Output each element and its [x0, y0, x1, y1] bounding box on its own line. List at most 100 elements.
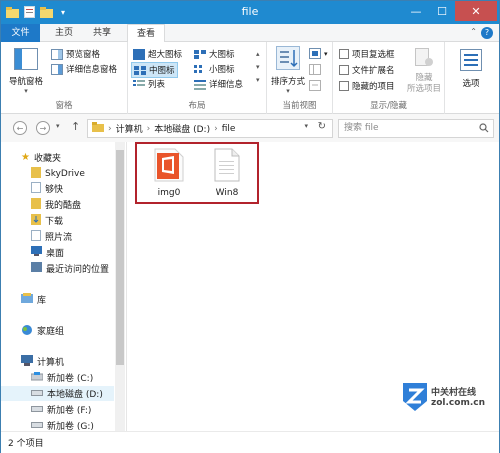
- nav-item-skydrive[interactable]: SkyDrive: [31, 166, 85, 181]
- address-box[interactable]: › 计算机 › 本地磁盘 (D:) › file ▾ ↻: [87, 119, 333, 138]
- close-button[interactable]: ✕: [455, 1, 497, 21]
- details-icon: [194, 79, 206, 90]
- file-item-win8[interactable]: Win8: [203, 148, 251, 198]
- nav-drive-c[interactable]: 新加卷 (C:): [30, 370, 93, 385]
- breadcrumb-separator-icon: ›: [146, 123, 151, 134]
- medium-icons-icon: [134, 65, 146, 76]
- library-icon: [21, 293, 33, 306]
- ribbon-expand-chevron-icon[interactable]: ⌃: [470, 27, 477, 36]
- download-folder-icon: [31, 213, 41, 228]
- search-input[interactable]: 搜索 file: [338, 119, 494, 138]
- nav-item-kupan[interactable]: 我的酷盘: [31, 197, 81, 212]
- preview-pane-label: 预览窗格: [66, 50, 101, 60]
- nav-item-label: SkyDrive: [45, 168, 85, 179]
- folder-icon: [31, 197, 41, 212]
- ribbon-view: 导航窗格 ▾ 预览窗格 详细信息窗格 窗格 超大图标 大图标 中图标 小图标 列…: [1, 42, 499, 114]
- layout-small-icons[interactable]: 小图标: [194, 63, 235, 75]
- item-checkboxes-toggle[interactable]: 项目复选框: [339, 48, 395, 60]
- nav-item-label: 够快: [45, 185, 64, 195]
- title-bar: ▾ file — ☐ ✕: [1, 1, 499, 24]
- tab-view[interactable]: 查看: [127, 24, 165, 43]
- layout-xl-icons[interactable]: 超大图标: [133, 48, 182, 60]
- layout-medium-icons-label: 中图标: [149, 66, 175, 76]
- breadcrumb-file[interactable]: file: [222, 124, 236, 134]
- address-dropdown-chevron-icon[interactable]: ▾: [304, 122, 308, 130]
- layout-medium-icons[interactable]: 中图标: [131, 62, 178, 78]
- maximize-button[interactable]: ☐: [429, 1, 455, 21]
- hidden-items-checkbox[interactable]: [339, 81, 349, 91]
- ribbon-tabs: 文件 主页 共享 查看 ⌃ ?: [1, 24, 499, 43]
- breadcrumb-computer[interactable]: 计算机: [116, 122, 143, 135]
- file-extensions-checkbox[interactable]: [339, 65, 349, 75]
- nav-library[interactable]: 库: [21, 292, 46, 307]
- nav-item-label: 下载: [45, 217, 64, 227]
- file-extensions-toggle[interactable]: 文件扩展名: [339, 64, 395, 76]
- nav-item-photostream[interactable]: 照片流: [31, 229, 72, 244]
- highlight-box: img0 Win8: [135, 142, 259, 204]
- explorer-window: ▾ file — ☐ ✕ 文件 主页 共享 查看 ⌃ ? 导航窗格 ▾ 预览窗格…: [0, 0, 500, 453]
- star-icon: ★: [21, 152, 30, 163]
- breadcrumb-separator-icon: ›: [214, 123, 218, 134]
- folder-icon: [31, 181, 41, 196]
- navigation-pane: ★ 收藏夹 SkyDrive 够快 我的酷盘 下载 照片流 桌面 最近访问的位置…: [1, 142, 126, 431]
- hide-selected-button[interactable]: 隐藏 所选项目: [405, 46, 443, 95]
- tab-share[interactable]: 共享: [85, 24, 119, 42]
- nav-scrollbar[interactable]: [115, 142, 125, 431]
- nav-drive-d[interactable]: 本地磁盘 (D:): [1, 386, 114, 401]
- group-by-button[interactable]: ▾: [309, 48, 328, 59]
- item-checkboxes-label: 项目复选框: [352, 50, 395, 60]
- preview-pane-icon: [51, 48, 63, 60]
- nav-computer[interactable]: 计算机: [21, 354, 64, 369]
- nav-drive-g[interactable]: 新加卷 (G:): [31, 418, 94, 431]
- tab-file[interactable]: 文件: [1, 24, 40, 42]
- layout-large-icons[interactable]: 大图标: [194, 48, 235, 60]
- nav-scrollbar-thumb[interactable]: [116, 150, 124, 365]
- nav-drive-f[interactable]: 新加卷 (F:): [31, 402, 91, 417]
- layout-xl-icons-label: 超大图标: [148, 50, 183, 60]
- back-button[interactable]: ←: [13, 121, 27, 135]
- layout-list[interactable]: 列表: [133, 78, 165, 90]
- group-layout: 超大图标 大图标 中图标 小图标 列表 详细信息 ▴ ▾ ▾ 布局: [128, 42, 267, 114]
- forward-button[interactable]: →: [36, 121, 50, 135]
- nav-item-desktop[interactable]: 桌面: [31, 245, 64, 260]
- xl-icons-icon: [133, 48, 145, 60]
- sort-by-button[interactable]: 排序方式 ▾: [269, 46, 307, 95]
- add-columns-button[interactable]: [309, 64, 321, 75]
- minimize-button[interactable]: —: [403, 1, 429, 21]
- office-file-icon: [145, 148, 193, 185]
- list-icon: [133, 79, 145, 90]
- search-icon[interactable]: [479, 123, 489, 136]
- help-button[interactable]: ?: [481, 27, 493, 39]
- size-columns-icon: [309, 80, 321, 91]
- file-item-img0[interactable]: img0: [145, 148, 193, 198]
- small-icons-icon: [194, 64, 206, 75]
- up-arrow-icon[interactable]: ↑: [71, 120, 80, 133]
- file-name: Win8: [215, 188, 239, 198]
- nav-item-gouk[interactable]: 够快: [31, 181, 63, 196]
- layout-scroll-arrows-icon[interactable]: ▴ ▾ ▾: [256, 48, 260, 87]
- nav-item-downloads[interactable]: 下载: [31, 213, 63, 228]
- size-columns-button[interactable]: [309, 80, 321, 91]
- nav-item-recent[interactable]: 最近访问的位置: [31, 261, 109, 276]
- refresh-icon[interactable]: ↻: [318, 121, 326, 132]
- navigation-pane-button[interactable]: 导航窗格 ▾: [6, 48, 46, 95]
- item-checkboxes-checkbox[interactable]: [339, 49, 349, 59]
- details-pane-icon: [51, 63, 63, 75]
- hidden-items-toggle[interactable]: 隐藏的项目: [339, 80, 395, 92]
- address-bar-row: ← → ▾ ↑ › 计算机 › 本地磁盘 (D:) › file ▾ ↻ 搜索 …: [1, 114, 499, 142]
- group-by-chevron-icon: ▾: [324, 49, 328, 58]
- breadcrumb-separator-icon: ›: [108, 123, 112, 134]
- tab-home[interactable]: 主页: [47, 24, 81, 42]
- file-list-pane: img0 Win8 中关村在线 zol.com.cn: [126, 142, 499, 431]
- options-button[interactable]: 选项: [451, 48, 491, 89]
- navigation-pane-icon: [6, 48, 46, 73]
- layout-small-icons-label: 小图标: [209, 65, 235, 75]
- layout-details[interactable]: 详细信息: [194, 78, 243, 90]
- nav-favorites[interactable]: ★ 收藏夹: [21, 150, 61, 165]
- recent-locations-chevron-icon[interactable]: ▾: [56, 122, 60, 130]
- details-pane-button[interactable]: 详细信息窗格: [51, 63, 117, 75]
- breadcrumb-drive-d[interactable]: 本地磁盘 (D:): [154, 122, 210, 135]
- nav-homegroup[interactable]: 家庭组: [21, 323, 64, 338]
- preview-pane-button[interactable]: 预览窗格: [51, 48, 100, 60]
- drive-icon: [31, 404, 43, 416]
